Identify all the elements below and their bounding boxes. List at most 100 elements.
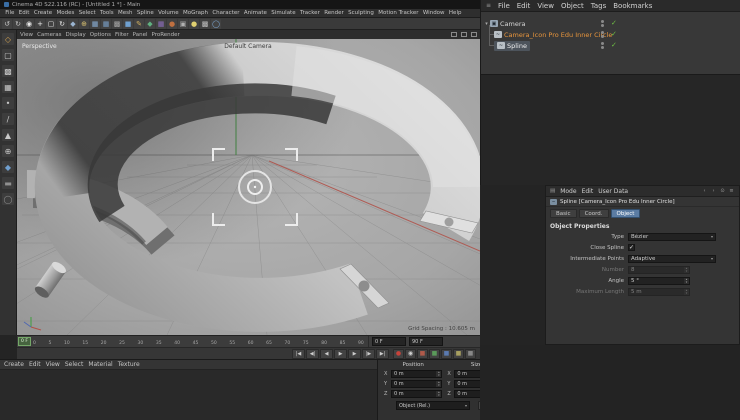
menubar-item-simulate[interactable]: Simulate [269,10,298,16]
viewport-menu-item-panel[interactable]: Panel [133,32,148,38]
workplane-mode-icon[interactable]: ▦ [2,81,14,93]
single-view-icon[interactable] [451,32,457,37]
points-mode-icon[interactable]: • [2,97,14,109]
menubar-item-spline[interactable]: Spline [135,10,156,16]
visibility-dots-icon[interactable] [601,42,604,49]
workplane-lock-icon[interactable]: ▬ [2,177,14,189]
next-frame-button[interactable]: ▶ [348,349,361,359]
material-menu-item-select[interactable]: Select [65,361,84,368]
material-menu-item-material[interactable]: Material [88,361,112,368]
spinner-icon[interactable]: ▴▾ [684,278,689,284]
add-light-icon[interactable]: ● [189,19,199,29]
enabled-check-icon[interactable]: ✓ [611,42,617,49]
lock-icon[interactable]: ⊙ [719,188,726,194]
redo-icon[interactable]: ↻ [13,19,23,29]
maximize-view-icon[interactable] [471,32,477,37]
viewport-menu-item-display[interactable]: Display [66,32,86,38]
menubar-item-motion-tracker[interactable]: Motion Tracker [376,10,421,16]
add-camera-icon[interactable]: ▣ [178,19,188,29]
spinner-icon[interactable]: ▴▾ [436,371,441,377]
record-scale-icon[interactable]: ■ [429,349,440,359]
goto-start-button[interactable]: |◀ [292,349,305,359]
object-manager-menu-item-bookmarks[interactable]: Bookmarks [613,2,652,10]
position-x-input[interactable]: 0 m▴▾ [391,370,442,378]
autokey-icon[interactable]: ◉ [405,349,416,359]
viewport-menu-item-prorender[interactable]: ProRender [152,32,180,38]
menubar-item-tracker[interactable]: Tracker [298,10,322,16]
menubar-item-file[interactable]: File [3,10,17,16]
viewport-camera-label[interactable]: Default Camera [224,43,272,50]
texture-mode-icon[interactable]: ▩ [2,65,14,77]
attribute-menu-item-edit[interactable]: Edit [582,188,594,195]
menubar-item-animate[interactable]: Animate [242,10,269,16]
intermediate-points-select[interactable]: Adaptive ▾ [628,255,716,263]
position-y-input[interactable]: 0 m▴▾ [391,380,442,388]
viewport-filter-icon[interactable]: ◯ [2,193,14,205]
viewport-panel-label[interactable]: Perspective [22,43,57,50]
tab-object[interactable]: Object [611,209,641,218]
make-editable-icon[interactable]: ◇ [2,33,14,45]
current-frame-marker[interactable]: 0 F [18,337,31,346]
coordinate-system-icon[interactable]: ⊕ [79,19,89,29]
menubar-item-help[interactable]: Help [447,10,464,16]
menubar-item-modes[interactable]: Modes [54,10,76,16]
menubar-item-volume[interactable]: Volume [156,10,181,16]
render-view-icon[interactable]: ▦ [90,19,100,29]
add-simulate-icon[interactable]: ● [167,19,177,29]
coordinate-mode-select[interactable]: Object (Rel.) ▾ [396,401,470,410]
expand-arrow-icon[interactable]: ▾ [483,21,490,27]
section-object-properties[interactable]: Object Properties [546,220,739,231]
visibility-dots-icon[interactable] [601,31,604,38]
history-forward-icon[interactable]: › [710,188,717,194]
menubar-item-sculpting[interactable]: Sculpting [346,10,376,16]
record-keyframe-icon[interactable]: ● [393,349,404,359]
four-view-icon[interactable] [461,32,467,37]
polygons-mode-icon[interactable]: ▲ [2,129,14,141]
add-mograph-icon[interactable]: ◆ [145,19,155,29]
attribute-menu-item-user-data[interactable]: User Data [598,188,628,195]
viewport-menu-item-filter[interactable]: Filter [115,32,129,38]
enable-axis-icon[interactable]: ⊕ [2,145,14,157]
object-row-camera[interactable]: ▾ ▣ Camera ✓ [481,18,740,29]
panel-options-icon[interactable]: ≡ [728,188,735,194]
add-spline-icon[interactable]: ✎ [134,19,144,29]
history-back-icon[interactable]: ‹ [701,188,708,194]
menubar-item-window[interactable]: Window [421,10,447,16]
menubar-item-mograph[interactable]: MoGraph [181,10,210,16]
menubar-item-select[interactable]: Select [77,10,98,16]
viewport-canvas[interactable]: Perspective Default Camera Grid Spacing … [17,39,480,335]
menubar-item-render[interactable]: Render [322,10,346,16]
visibility-dots-icon[interactable] [601,20,604,27]
material-menu-item-view[interactable]: View [46,361,60,368]
timeline-ruler[interactable]: 051015202530354045505560657075808590 0 F [17,336,369,347]
render-picture-viewer-icon[interactable]: ▦ [101,19,111,29]
rotate-tool-icon[interactable]: ↻ [57,19,67,29]
close-spline-checkbox[interactable]: ✓ [628,244,635,251]
prev-key-button[interactable]: ◀| [306,349,319,359]
object-row-spline[interactable]: ~ Spline ✓ [481,40,740,51]
goto-end-button[interactable]: ▶| [376,349,389,359]
add-cube-icon[interactable]: ■ [123,19,133,29]
angle-input[interactable]: 5 ° ▴▾ [628,277,690,285]
object-manager-menu-item-tags[interactable]: Tags [591,2,607,10]
object-manager-menu-item-view[interactable]: View [537,2,554,10]
material-menu-item-create[interactable]: Create [4,361,24,368]
move-tool-icon[interactable]: + [35,19,45,29]
material-menu-item-edit[interactable]: Edit [29,361,41,368]
add-material-icon[interactable]: ▩ [200,19,210,29]
object-manager-menu-item-object[interactable]: Object [561,2,584,10]
menubar-item-mesh[interactable]: Mesh [116,10,135,16]
edges-mode-icon[interactable]: / [2,113,14,125]
prev-frame-button[interactable]: ◀ [320,349,333,359]
add-environment-icon[interactable]: ◯ [211,19,221,29]
spinner-icon[interactable]: ▴▾ [436,391,441,397]
scale-tool-icon[interactable]: ▢ [46,19,56,29]
undo-icon[interactable]: ↺ [2,19,12,29]
tab-basic[interactable]: Basic [550,209,577,218]
material-menu-item-texture[interactable]: Texture [118,361,140,368]
object-label[interactable]: Camera_Icon Pro Edu Inner Circle [504,31,612,39]
position-z-input[interactable]: 0 m▴▾ [391,390,442,398]
selected-row-highlight[interactable]: ~ Spline [494,41,530,51]
spinner-icon[interactable]: ▴▾ [436,381,441,387]
live-selection-icon[interactable]: ◉ [24,19,34,29]
